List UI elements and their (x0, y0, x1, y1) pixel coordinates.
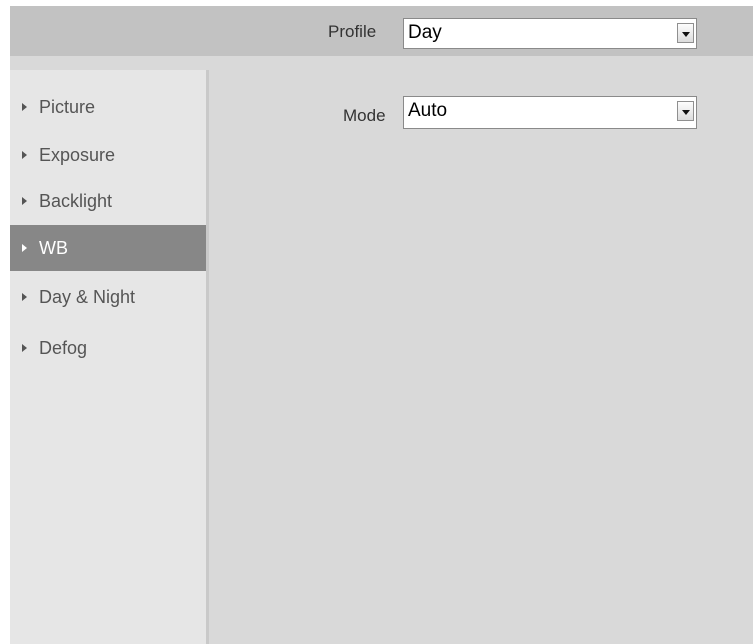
sidebar-item-day-night[interactable]: Day & Night (10, 274, 206, 320)
mode-label: Mode (343, 106, 386, 125)
sidebar-item-label: Backlight (39, 190, 113, 211)
sidebar-item-label: WB (39, 237, 68, 258)
profile-select[interactable]: Day (403, 18, 697, 49)
mode-select-value: Auto (408, 100, 448, 121)
sidebar-item-label: Day & Night (39, 286, 136, 307)
sidebar-item-defog[interactable]: Defog (10, 325, 206, 371)
sidebar-divider (206, 70, 209, 644)
caret-right-icon (22, 293, 27, 301)
sidebar-item-label: Exposure (39, 144, 116, 165)
profile-label: Profile (328, 22, 377, 41)
caret-right-icon (22, 344, 27, 352)
sidebar-item-picture[interactable]: Picture (10, 84, 206, 130)
sidebar: Picture Exposure Backlight WB Day & Nigh… (10, 70, 206, 644)
chevron-down-icon[interactable] (677, 101, 694, 121)
sidebar-item-wb[interactable]: WB (10, 225, 206, 271)
sidebar-item-label: Picture (39, 96, 96, 117)
profile-select-value: Day (408, 22, 442, 43)
sidebar-item-exposure[interactable]: Exposure (10, 132, 206, 178)
caret-right-icon (22, 103, 27, 111)
mode-select[interactable]: Auto (403, 96, 697, 129)
sidebar-item-label: Defog (39, 337, 88, 358)
settings-panel: Profile Day Picture Exposure Backlight W… (10, 6, 753, 644)
caret-right-icon (22, 151, 27, 159)
sidebar-item-backlight[interactable]: Backlight (10, 178, 206, 224)
caret-right-icon (22, 244, 27, 252)
caret-right-icon (22, 197, 27, 205)
chevron-down-icon[interactable] (677, 23, 694, 43)
profile-bar: Profile Day (10, 6, 753, 56)
